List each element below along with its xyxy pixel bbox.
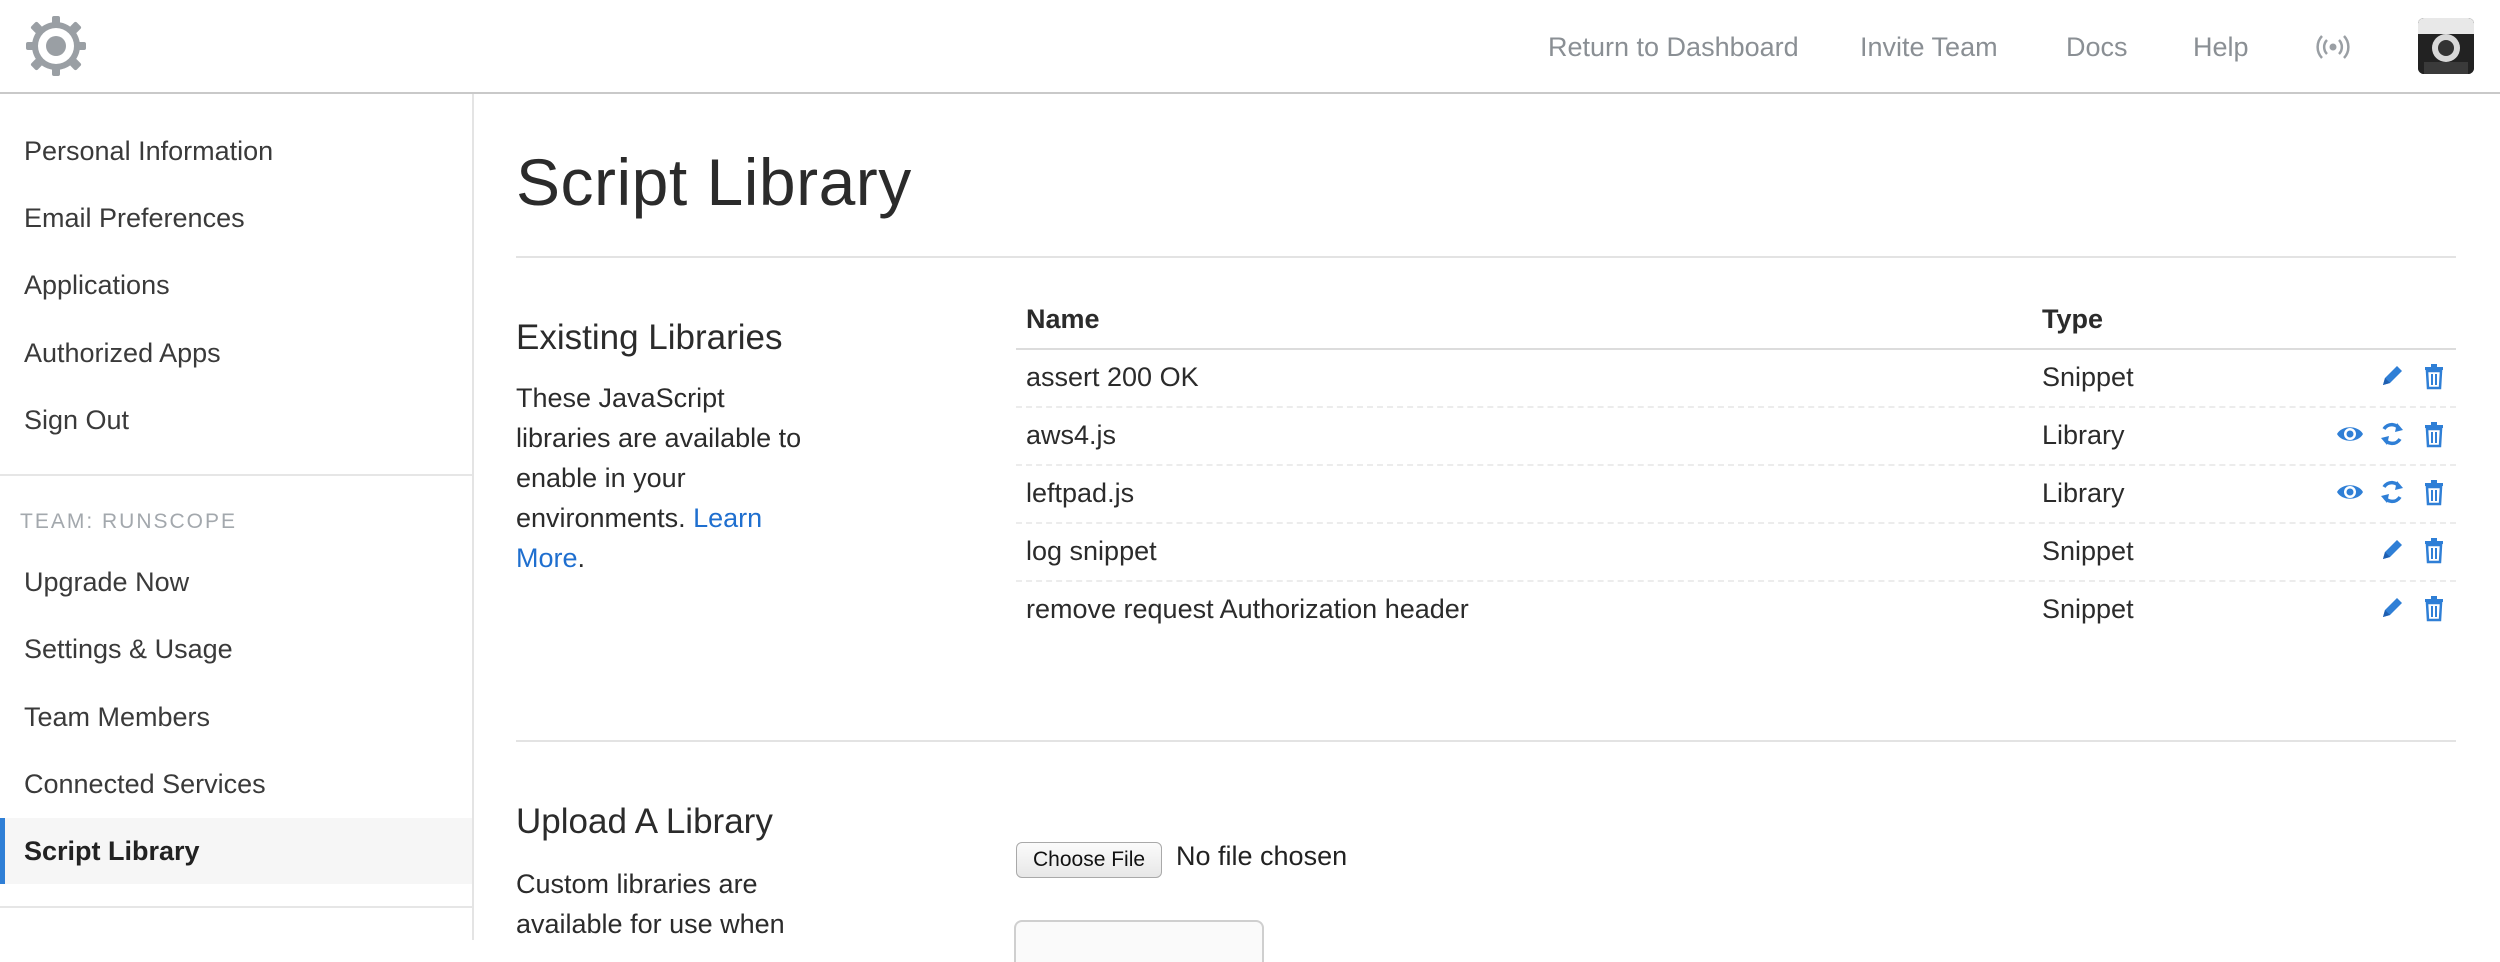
choose-file-button[interactable]: Choose File (1016, 842, 1163, 878)
gear-icon[interactable] (24, 14, 88, 78)
library-name: assert 200 OK (1026, 362, 1199, 392)
pencil-icon[interactable] (2378, 594, 2406, 622)
trash-icon[interactable] (2420, 362, 2448, 390)
existing-libraries-description: These JavaScript libraries are available… (516, 383, 802, 573)
table-row: leftpad.js Library (1016, 466, 2456, 524)
library-name: remove request Authorization header (1026, 594, 1469, 624)
invite-team-link[interactable]: Invite Team (1860, 32, 1998, 63)
table-row: aws4.js Library (1016, 408, 2456, 466)
sidebar-item-connected-services[interactable]: Connected Services (0, 751, 472, 817)
library-type: Library (2042, 478, 2125, 508)
row-actions (2378, 362, 2448, 390)
sidebar-item-personal-information[interactable]: Personal Information (0, 118, 472, 184)
team-section-label: TEAM: RUNSCOPE (20, 510, 238, 533)
refresh-icon[interactable] (2378, 478, 2406, 506)
library-type: Snippet (2042, 594, 2134, 624)
library-name: aws4.js (1026, 420, 1117, 450)
library-name: leftpad.js (1026, 478, 1135, 508)
trash-icon[interactable] (2420, 420, 2448, 448)
docs-link[interactable]: Docs (2066, 32, 2128, 63)
upload-library-description: Custom libraries are available for use w… (516, 869, 785, 939)
row-actions (2336, 420, 2448, 448)
sidebar-divider (0, 906, 472, 908)
avatar[interactable] (2418, 18, 2474, 74)
section-divider (516, 740, 2456, 742)
eye-icon[interactable] (2336, 420, 2364, 448)
broadcast-icon[interactable] (2316, 34, 2350, 60)
column-header-type[interactable]: Type (2042, 304, 2103, 335)
row-actions (2336, 478, 2448, 506)
sidebar-divider (0, 474, 472, 476)
trash-icon[interactable] (2420, 536, 2448, 564)
upload-library-title: Upload A Library (516, 802, 773, 841)
pencil-icon[interactable] (2378, 362, 2406, 390)
table-header: Name Type (1016, 302, 2456, 350)
upload-button[interactable] (1014, 920, 1264, 962)
column-header-name[interactable]: Name (1026, 304, 1100, 335)
sidebar: Personal Information Email Preferences A… (0, 94, 474, 940)
top-bar: Return to Dashboard Invite Team Docs Hel… (0, 0, 2500, 94)
library-type: Library (2042, 420, 2125, 450)
existing-libraries-title: Existing Libraries (516, 318, 783, 357)
sidebar-item-authorized-apps[interactable]: Authorized Apps (0, 320, 472, 386)
main-content: Script Library Existing Libraries These … (474, 94, 2500, 962)
help-link[interactable]: Help (2193, 32, 2249, 63)
file-status-text: No file chosen (1176, 841, 1348, 871)
refresh-icon[interactable] (2378, 420, 2406, 448)
eye-icon[interactable] (2336, 478, 2364, 506)
library-type: Snippet (2042, 536, 2134, 566)
trash-icon[interactable] (2420, 478, 2448, 506)
row-actions (2378, 594, 2448, 622)
sidebar-item-team-members[interactable]: Team Members (0, 684, 472, 750)
table-row: log snippet Snippet (1016, 524, 2456, 582)
sidebar-item-email-preferences[interactable]: Email Preferences (0, 185, 472, 251)
sidebar-item-sign-out[interactable]: Sign Out (0, 387, 472, 453)
row-actions (2378, 536, 2448, 564)
library-name: log snippet (1026, 536, 1157, 566)
sidebar-item-settings-usage[interactable]: Settings & Usage (0, 616, 472, 682)
sidebar-item-upgrade-now[interactable]: Upgrade Now (0, 549, 472, 615)
pencil-icon[interactable] (2378, 536, 2406, 564)
page-title: Script Library (516, 145, 912, 219)
libraries-table: Name Type assert 200 OK Snippet aws4.js Lib… (1016, 302, 2456, 638)
section-divider (516, 256, 2456, 258)
table-row: remove request Authorization header Snipp… (1016, 582, 2456, 638)
sidebar-item-applications[interactable]: Applications (0, 252, 472, 318)
table-row: assert 200 OK Snippet (1016, 350, 2456, 408)
sidebar-item-script-library[interactable]: Script Library (0, 818, 472, 884)
return-to-dashboard-link[interactable]: Return to Dashboard (1548, 32, 1799, 63)
library-type: Snippet (2042, 362, 2134, 392)
trash-icon[interactable] (2420, 594, 2448, 622)
